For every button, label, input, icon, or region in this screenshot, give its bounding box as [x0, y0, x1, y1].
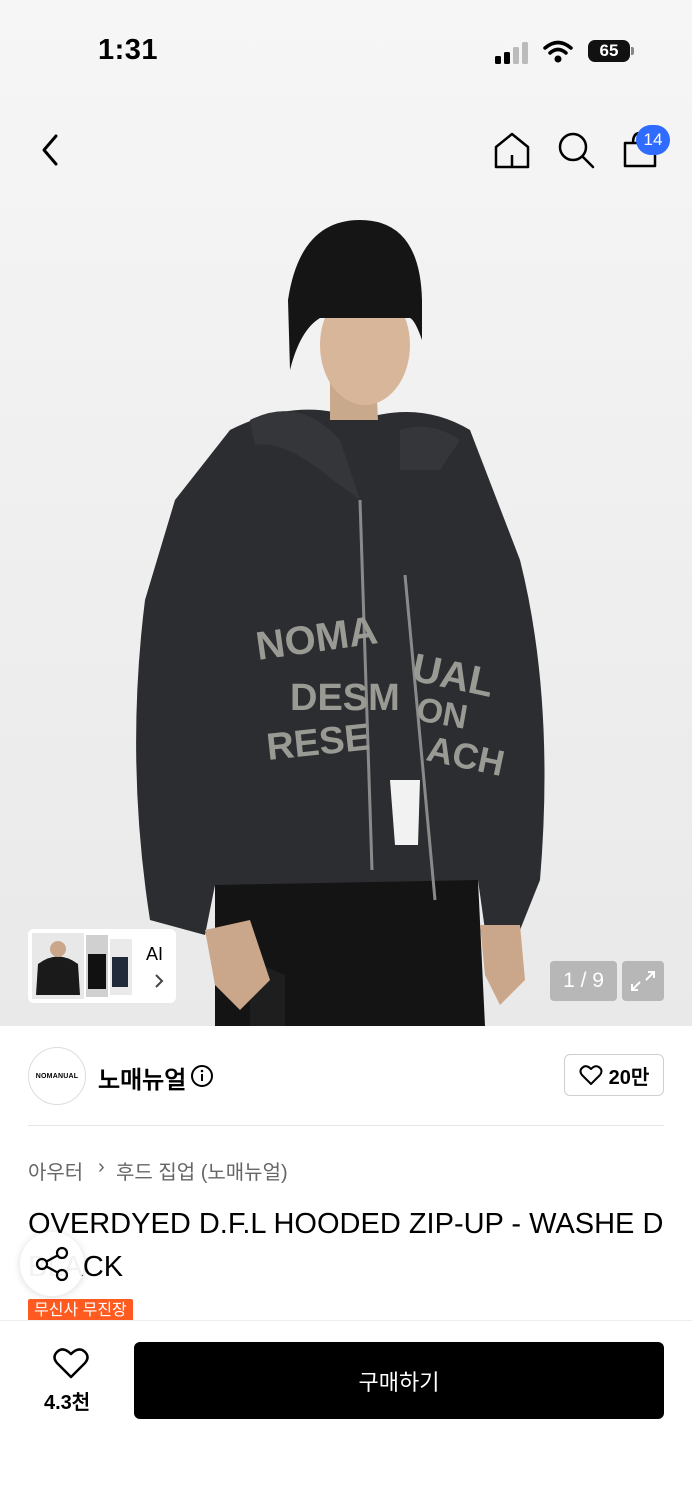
- breadcrumb-separator: ›: [98, 1156, 105, 1178]
- image-counter: 1 / 9: [550, 961, 617, 1001]
- ai-label: AI: [146, 944, 164, 964]
- divider: [28, 1125, 664, 1126]
- status-time: 1:31: [98, 34, 159, 66]
- svg-text:DESM: DESM: [290, 677, 400, 719]
- brand-name[interactable]: 노매뉴얼: [98, 1060, 186, 1095]
- share-button[interactable]: [20, 1232, 84, 1296]
- search-icon[interactable]: [556, 130, 596, 170]
- brand-logo[interactable]: NOMANUAL: [28, 1047, 86, 1105]
- heart-icon[interactable]: [52, 1346, 90, 1380]
- share-icon: [35, 1246, 69, 1282]
- battery-indicator: 65: [588, 40, 630, 62]
- ai-thumbnails: [32, 933, 132, 999]
- expand-icon: [631, 971, 655, 991]
- info-icon[interactable]: [190, 1064, 214, 1088]
- cart-count-badge: 14: [636, 125, 670, 155]
- brand-like-count: 20만: [608, 1066, 650, 1089]
- wifi-icon: [543, 40, 573, 63]
- back-icon[interactable]: [36, 132, 64, 168]
- signal-icon: [495, 42, 528, 64]
- breadcrumb-category[interactable]: 아우터: [28, 1156, 83, 1185]
- home-icon[interactable]: [492, 130, 532, 170]
- promo-tag: 무신사 무진장: [28, 1299, 133, 1321]
- buy-button[interactable]: 구매하기: [134, 1342, 664, 1419]
- brand-like-button[interactable]: 20만: [564, 1054, 664, 1096]
- product-title: OVERDYED D.F.L HOODED ZIP-UP - WASHE D B…: [28, 1208, 664, 1283]
- heart-icon: [579, 1065, 603, 1085]
- wishlist-count: 4.3천: [44, 1392, 91, 1414]
- ai-style-card[interactable]: [28, 929, 176, 1003]
- chevron-right-icon: [155, 974, 164, 988]
- breadcrumb-subcategory[interactable]: 후드 집업 (노매뉴얼): [116, 1156, 288, 1185]
- battery-tip: [631, 47, 634, 55]
- expand-button[interactable]: [622, 961, 664, 1001]
